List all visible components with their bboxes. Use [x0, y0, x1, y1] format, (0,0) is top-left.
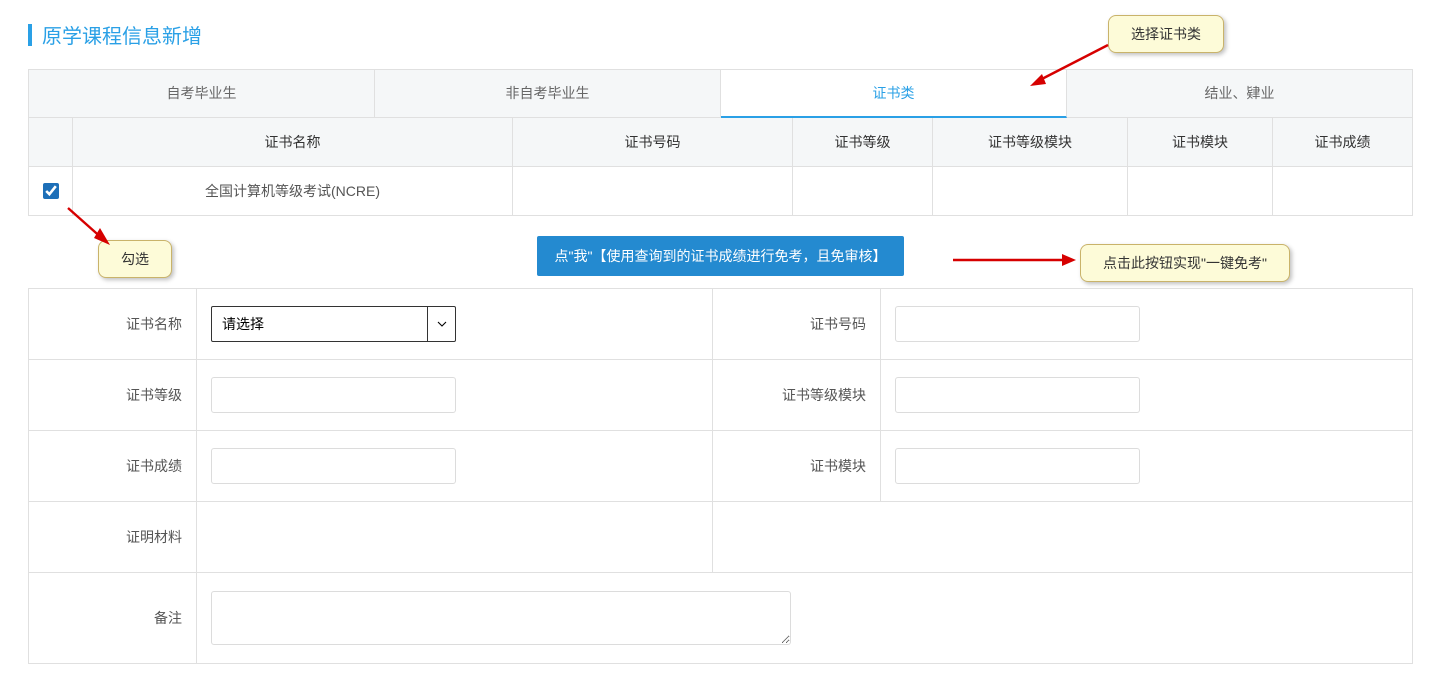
- input-cell-cert-module: [881, 431, 1412, 501]
- row-cert-module: [1128, 167, 1273, 215]
- cert-level-input[interactable]: [211, 377, 456, 413]
- callout-check: 勾选: [98, 240, 172, 278]
- input-cell-cert-name: 请选择: [197, 289, 713, 359]
- tab-certificate[interactable]: 证书类: [721, 70, 1067, 118]
- input-cell-cert-code: [881, 289, 1412, 359]
- cert-module-input[interactable]: [895, 448, 1140, 484]
- tabs: 自考毕业生 非自考毕业生 证书类 结业、肄业: [28, 69, 1413, 118]
- table-header: 证书名称 证书号码 证书等级 证书等级模块 证书模块 证书成绩: [28, 118, 1413, 167]
- input-cell-remark: [197, 573, 1412, 663]
- row-checkbox[interactable]: [43, 183, 59, 199]
- table-row: 全国计算机等级考试(NCRE): [28, 167, 1413, 216]
- label-cert-code: 证书号码: [713, 289, 881, 359]
- th-cert-module: 证书模块: [1128, 118, 1273, 166]
- th-cert-score: 证书成绩: [1273, 118, 1412, 166]
- row-cert-level-module: [933, 167, 1128, 215]
- th-cert-name: 证书名称: [73, 118, 513, 166]
- label-cert-level: 证书等级: [29, 360, 197, 430]
- th-check: [29, 118, 73, 166]
- tab-self-graduate[interactable]: 自考毕业生: [29, 70, 375, 117]
- cert-name-select[interactable]: 请选择: [211, 306, 456, 342]
- label-cert-module: 证书模块: [713, 431, 881, 501]
- cert-score-input[interactable]: [211, 448, 456, 484]
- page-title-text: 原学课程信息新增: [42, 20, 202, 49]
- detail-form: 证书名称 请选择 证书号码 证书等级 证书等级模: [28, 288, 1413, 664]
- row-cert-score: [1273, 167, 1412, 215]
- label-proof-material: 证明材料: [29, 502, 197, 572]
- th-cert-code: 证书号码: [513, 118, 793, 166]
- row-cert-level: [793, 167, 933, 215]
- title-accent-bar: [28, 24, 32, 46]
- label-cert-level-module: 证书等级模块: [713, 360, 881, 430]
- row-cert-name: 全国计算机等级考试(NCRE): [73, 167, 513, 215]
- row-cert-code: [513, 167, 793, 215]
- one-click-exempt-button[interactable]: 点"我"【使用查询到的证书成绩进行免考，且免审核】: [537, 236, 905, 276]
- label-remark: 备注: [29, 573, 197, 663]
- input-cell-cert-score: [197, 431, 713, 501]
- tab-non-self-graduate[interactable]: 非自考毕业生: [375, 70, 721, 117]
- input-cell-cert-level: [197, 360, 713, 430]
- cert-code-input[interactable]: [895, 306, 1140, 342]
- callout-one-click: 点击此按钮实现"一键免考": [1080, 244, 1290, 282]
- callout-select-cert-tab: 选择证书类: [1108, 15, 1224, 53]
- remark-textarea[interactable]: [211, 591, 791, 645]
- label-cert-name: 证书名称: [29, 289, 197, 359]
- cert-level-module-input[interactable]: [895, 377, 1140, 413]
- label-cert-score: 证书成绩: [29, 431, 197, 501]
- input-cell-proof-material: [197, 502, 713, 572]
- row-check-cell: [29, 167, 73, 215]
- th-cert-level: 证书等级: [793, 118, 933, 166]
- tab-completion[interactable]: 结业、肄业: [1067, 70, 1412, 117]
- th-cert-level-module: 证书等级模块: [933, 118, 1128, 166]
- input-cell-cert-level-module: [881, 360, 1412, 430]
